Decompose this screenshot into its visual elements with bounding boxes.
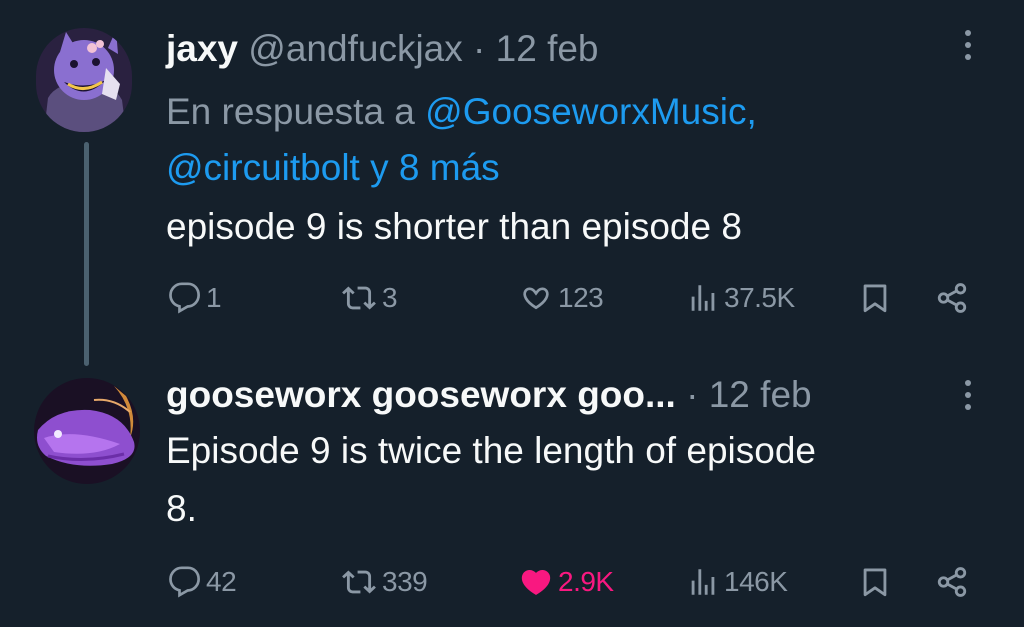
views-button[interactable]: 37.5K: [686, 276, 795, 320]
reply-count: 1: [206, 282, 222, 313]
share-button[interactable]: [934, 560, 970, 604]
tweet-date[interactable]: 12 feb: [496, 28, 599, 69]
like-button[interactable]: 123: [518, 276, 604, 320]
share-button[interactable]: [934, 276, 970, 320]
reply-button[interactable]: 42: [168, 560, 237, 604]
tweet-header: gooseworx gooseworx goo... · 12 feb: [166, 376, 812, 413]
thread-connector-line: [84, 142, 89, 366]
views-count: 146K: [724, 566, 788, 597]
bookmark-icon: [863, 568, 887, 597]
avatar[interactable]: [34, 378, 140, 484]
retweet-button[interactable]: 339: [340, 560, 428, 604]
reply-context: En respuesta a @GooseworxMusic, @circuit…: [166, 84, 926, 196]
like-count: 2.9K: [558, 566, 614, 597]
header-separator: ·: [686, 374, 699, 415]
views-icon: [691, 569, 715, 595]
views-button[interactable]: 146K: [686, 560, 788, 604]
retweet-count: 3: [382, 282, 398, 313]
retweet-count: 339: [382, 566, 428, 597]
header-separator: ·: [473, 28, 486, 69]
display-name[interactable]: gooseworx gooseworx goo...: [166, 374, 676, 415]
more-icon[interactable]: [963, 380, 973, 410]
bookmark-button[interactable]: [858, 560, 892, 604]
retweet-icon: [342, 286, 376, 310]
tweet-text-line-1: Episode 9 is twice the length of episode: [166, 430, 816, 471]
like-count: 123: [558, 282, 604, 313]
avatar-image: [34, 378, 140, 484]
tweet-header: jaxy @andfuckjax · 12 feb: [166, 30, 599, 67]
tweet-text: Episode 9 is twice the length of episode…: [166, 422, 966, 538]
share-icon: [937, 567, 967, 597]
tweet-date[interactable]: 12 feb: [709, 374, 812, 415]
display-name[interactable]: jaxy: [166, 28, 238, 69]
avatar-image: [36, 28, 132, 132]
bookmark-icon: [863, 284, 887, 313]
retweet-button[interactable]: 3: [340, 276, 398, 320]
tweet-text: episode 9 is shorter than episode 8: [166, 206, 742, 247]
like-icon: [523, 287, 549, 310]
bookmark-button[interactable]: [858, 276, 892, 320]
views-icon: [691, 285, 715, 311]
mention-circuitbolt-and-more[interactable]: @circuitbolt y 8 más: [166, 147, 500, 188]
action-bar: 1 3 123 37.5K: [166, 276, 976, 320]
user-handle[interactable]: @andfuckjax: [248, 28, 462, 69]
reply-icon: [169, 566, 200, 598]
reply-icon: [169, 282, 200, 314]
like-button[interactable]: 2.9K: [518, 560, 614, 604]
reply-button[interactable]: 1: [168, 276, 222, 320]
views-count: 37.5K: [724, 282, 795, 313]
more-icon[interactable]: [963, 30, 973, 60]
reply-count: 42: [206, 566, 237, 597]
like-icon: [521, 569, 551, 595]
mention-gooseworxmusic[interactable]: @GooseworxMusic,: [425, 91, 757, 132]
retweet-icon: [342, 570, 376, 594]
avatar[interactable]: [36, 28, 132, 132]
reply-prefix: En respuesta a: [166, 91, 426, 132]
tweet-text-line-2: 8.: [166, 488, 197, 529]
share-icon: [937, 283, 967, 313]
action-bar: 42 339 2.9K 146K: [166, 560, 976, 604]
